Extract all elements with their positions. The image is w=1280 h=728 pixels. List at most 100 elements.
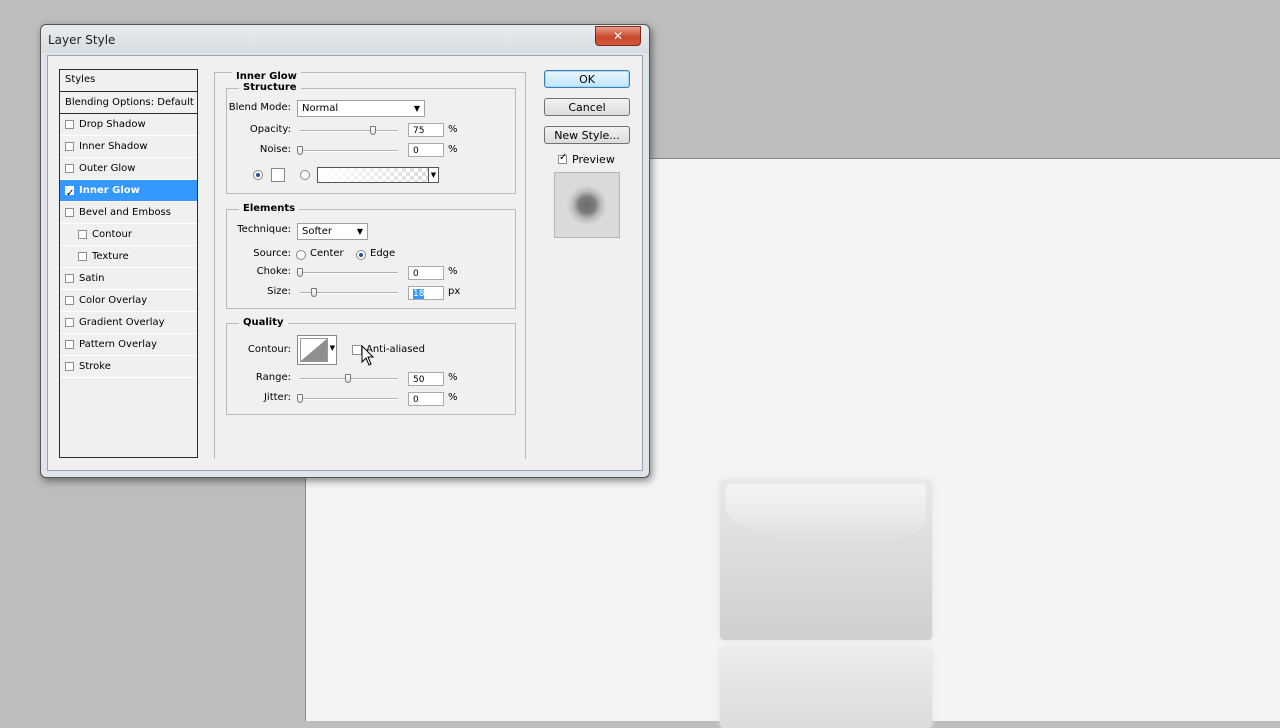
glow-color-swatch[interactable] [271,168,285,182]
jitter-label: Jitter: [263,392,291,403]
canvas-button-shape-reflection [720,648,932,728]
style-checkbox[interactable] [65,208,74,217]
source-edge-label[interactable]: Edge [370,248,395,259]
size-slider-thumb[interactable] [311,288,317,297]
style-checkbox[interactable] [78,252,87,261]
chevron-down-icon: ▼ [413,104,420,113]
style-item-label: Outer Glow [79,163,136,174]
jitter-slider[interactable] [300,398,398,400]
style-checkbox[interactable] [78,230,87,239]
gradient-picker[interactable]: ▼ [317,167,439,183]
panel-title: Inner Glow [232,71,301,82]
style-item-contour[interactable]: Contour [60,224,197,246]
technique-label: Technique: [237,224,291,235]
style-item-satin[interactable]: Satin [60,268,197,290]
style-item-label: Bevel and Emboss [79,207,171,218]
dialog-titlebar[interactable]: Layer Style ✕ [41,25,649,53]
style-checkbox[interactable] [65,340,74,349]
choke-slider-thumb[interactable] [297,268,303,277]
noise-slider[interactable] [300,150,398,152]
choke-unit: % [448,266,458,277]
range-input[interactable]: 50 [408,372,444,386]
style-item-pattern-overlay[interactable]: Pattern Overlay [60,334,197,356]
range-slider-thumb[interactable] [345,374,351,383]
preview-label: Preview [572,153,615,166]
button-shine [726,484,926,544]
opacity-slider-thumb[interactable] [370,126,376,135]
jitter-input[interactable]: 0 [408,392,444,406]
cancel-button[interactable]: Cancel [544,98,630,116]
inner-glow-panel: Inner Glow Structure Blend Mode: Normal … [214,71,526,459]
style-item-stroke[interactable]: Stroke [60,356,197,378]
style-item-label: Satin [79,273,105,284]
size-label: Size: [267,286,291,297]
style-checkbox[interactable] [65,120,74,129]
styles-list-header[interactable]: Styles [60,70,197,92]
contour-picker[interactable]: ▼ [297,335,337,365]
new-style-button[interactable]: New Style... [544,126,630,144]
opacity-slider[interactable] [300,130,398,132]
style-checkbox[interactable] [65,183,74,204]
contour-curve-icon [300,338,328,362]
styles-list: Styles Blending Options: Default Drop Sh… [59,69,198,458]
preview-checkbox[interactable] [558,152,567,164]
layer-style-dialog: Layer Style ✕ Styles Blending Options: D… [40,24,650,478]
choke-input[interactable]: 0 [408,266,444,280]
range-unit: % [448,372,458,383]
chevron-down-icon[interactable]: ▼ [428,168,438,182]
size-unit: px [448,286,461,297]
preview-toggle[interactable]: Preview [558,152,615,166]
choke-slider[interactable] [300,272,398,274]
style-checkbox[interactable] [65,164,74,173]
jitter-unit: % [448,392,458,403]
style-item-label: Drop Shadow [79,119,146,130]
technique-value: Softer [302,226,332,237]
size-input[interactable]: 18 [408,286,444,300]
style-item-inner-glow[interactable]: Inner Glow [60,180,197,204]
elements-group: Elements Technique: Softer ▼ Source: Cen… [226,203,516,309]
opacity-input[interactable]: 75 [408,123,444,137]
noise-input[interactable]: 0 [408,143,444,157]
style-item-outer-glow[interactable]: Outer Glow [60,158,197,180]
style-checkbox[interactable] [65,296,74,305]
elements-title: Elements [239,203,300,214]
structure-group: Structure Blend Mode: Normal ▼ Opacity: … [226,82,516,194]
blending-options-item[interactable]: Blending Options: Default [60,92,197,114]
canvas-button-shape [720,480,932,640]
preview-swatch [555,173,619,237]
opacity-label: Opacity: [249,124,291,135]
contour-label: Contour: [247,344,291,355]
style-item-bevel-and-emboss[interactable]: Bevel and Emboss [60,202,197,224]
source-center-label[interactable]: Center [310,248,344,259]
solid-color-radio[interactable] [253,170,263,180]
style-item-label: Inner Glow [79,185,140,196]
style-checkbox[interactable] [65,142,74,151]
style-item-drop-shadow[interactable]: Drop Shadow [60,114,197,136]
quality-group: Quality Contour: ▼ Anti-aliased Range: 5… [226,317,516,415]
noise-slider-thumb[interactable] [297,146,303,155]
source-center-radio[interactable] [296,250,306,260]
style-item-label: Color Overlay [79,295,148,306]
style-item-texture[interactable]: Texture [60,246,197,268]
mouse-pointer-icon [361,345,375,366]
chevron-down-icon[interactable]: ▼ [330,344,335,352]
source-edge-radio[interactable] [356,250,366,260]
gradient-radio[interactable] [300,170,310,180]
style-checkbox[interactable] [65,362,74,371]
technique-select[interactable]: Softer ▼ [297,223,368,240]
dialog-title: Layer Style [48,33,116,47]
style-checkbox[interactable] [65,318,74,327]
jitter-slider-thumb[interactable] [297,394,303,403]
dialog-client: Styles Blending Options: Default Drop Sh… [47,55,643,471]
style-item-inner-shadow[interactable]: Inner Shadow [60,136,197,158]
style-item-label: Texture [92,251,129,262]
ok-button[interactable]: OK [544,70,630,88]
style-checkbox[interactable] [65,274,74,283]
style-item-gradient-overlay[interactable]: Gradient Overlay [60,312,197,334]
blend-mode-label: Blend Mode: [228,102,291,113]
style-preview [554,172,620,238]
style-item-color-overlay[interactable]: Color Overlay [60,290,197,312]
chevron-down-icon: ▼ [356,227,363,236]
blend-mode-select[interactable]: Normal ▼ [297,100,425,117]
close-button[interactable]: ✕ [595,26,641,46]
